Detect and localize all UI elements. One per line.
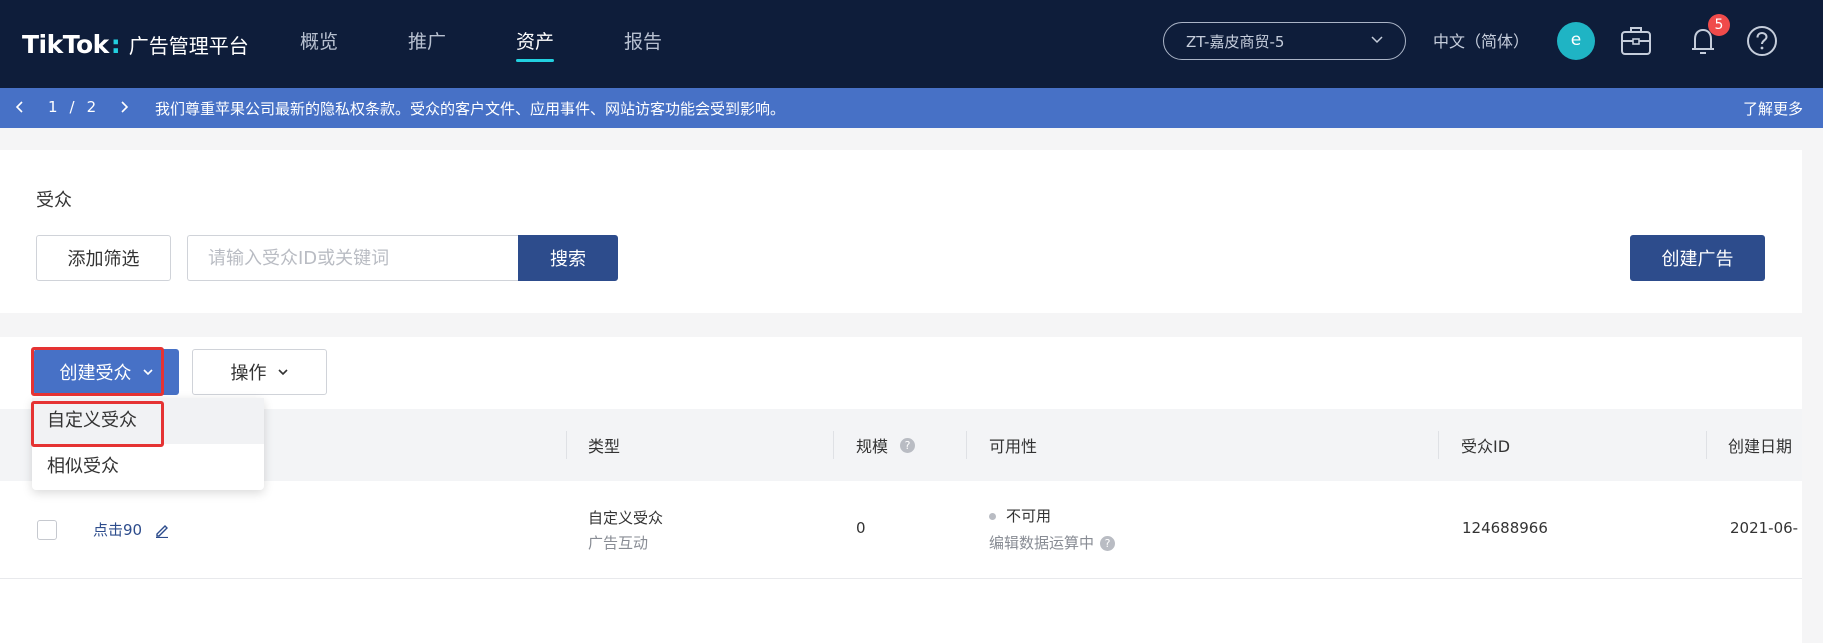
- briefcase-icon[interactable]: [1619, 22, 1653, 60]
- table-row: 点击90 自定义受众 广告互动 0 不可用 编辑数据运算中? 124688966…: [0, 481, 1802, 579]
- question-icon[interactable]: ?: [1100, 536, 1116, 551]
- chevron-down-icon: [142, 369, 153, 376]
- audience-type-cell: 自定义受众 广告互动: [588, 507, 663, 553]
- add-filter-button[interactable]: 添加筛选: [36, 235, 171, 281]
- banner-page-indicator: 1 / 2: [48, 98, 96, 116]
- column-header-size-label: 规模: [856, 437, 889, 456]
- page-title: 受众: [36, 190, 72, 211]
- audience-list-card: 创建受众 操作 类型 规模 ? 可用性 受众ID 创建日期 点击90 自定义受众…: [0, 337, 1802, 643]
- tab-campaign[interactable]: 推广: [408, 0, 446, 88]
- audience-name-link[interactable]: 点击90: [93, 519, 142, 540]
- language-selector[interactable]: 中文（简体）: [1433, 28, 1529, 52]
- edit-pencil-icon[interactable]: [154, 522, 170, 538]
- banner-message: 我们尊重苹果公司最新的隐私权条款。受众的客户文件、应用事件、网站访客功能会受到影…: [155, 100, 786, 118]
- banner-pager: 1 / 2: [14, 98, 130, 116]
- account-selector[interactable]: ZT-嘉皮商贸-5: [1163, 22, 1406, 60]
- question-icon[interactable]: ?: [900, 437, 916, 453]
- help-circle-icon[interactable]: [1745, 22, 1779, 60]
- privacy-notice-banner: 1 / 2 我们尊重苹果公司最新的隐私权条款。受众的客户文件、应用事件、网站访客…: [0, 88, 1823, 128]
- tab-overview[interactable]: 概览: [300, 0, 338, 88]
- banner-page-sep: /: [69, 98, 75, 116]
- actions-label: 操作: [230, 363, 267, 384]
- status-dot: [989, 513, 996, 520]
- banner-page-current: 1: [48, 98, 58, 116]
- logo-colon: :: [110, 29, 121, 59]
- column-header-availability: 可用性: [989, 437, 1038, 456]
- availability-sub-text: 编辑数据运算中: [989, 534, 1095, 552]
- tiktok-ads-logo[interactable]: TikTok : 广告管理平台: [22, 26, 249, 62]
- audience-type-sub: 广告互动: [588, 534, 649, 552]
- table-header: 类型 规模 ? 可用性 受众ID 创建日期: [0, 409, 1802, 481]
- audience-type: 自定义受众: [588, 509, 664, 527]
- search-button[interactable]: 搜索: [518, 235, 618, 281]
- account-name: ZT-嘉皮商贸-5: [1186, 32, 1285, 51]
- create-audience-button[interactable]: 创建受众: [34, 349, 179, 395]
- create-audience-label: 创建受众: [59, 363, 132, 384]
- chevron-down-icon: [277, 369, 288, 376]
- audience-filter-card: 受众 添加筛选 搜索 创建广告: [0, 150, 1802, 313]
- chevron-down-icon: [1371, 36, 1383, 44]
- availability-cell: 不可用 编辑数据运算中?: [989, 505, 1116, 553]
- learn-more-link[interactable]: 了解更多: [1743, 98, 1803, 119]
- column-header-type: 类型: [588, 437, 621, 456]
- audience-name-cell: 点击90: [93, 519, 170, 540]
- column-divider: [966, 431, 967, 459]
- create-ad-button[interactable]: 创建广告: [1630, 235, 1765, 281]
- banner-page-total: 2: [86, 98, 97, 116]
- column-header-size: 规模 ?: [856, 433, 916, 457]
- logo-mark: TikTok: [22, 29, 109, 59]
- chevron-left-icon[interactable]: [14, 100, 26, 114]
- actions-button[interactable]: 操作: [192, 349, 327, 395]
- availability-sub: 编辑数据运算中?: [989, 532, 1116, 553]
- chevron-right-icon[interactable]: [118, 100, 130, 114]
- column-divider: [566, 431, 567, 459]
- column-header-created-date: 创建日期: [1728, 437, 1793, 456]
- main-nav-tabs: 概览 推广 资产 报告: [300, 0, 732, 88]
- created-date: 2021-06-: [1730, 519, 1799, 537]
- menu-item-lookalike-audience[interactable]: 相似受众: [32, 444, 264, 490]
- column-divider: [1438, 431, 1439, 459]
- tab-reports[interactable]: 报告: [624, 0, 662, 88]
- column-header-audience-id: 受众ID: [1461, 437, 1511, 456]
- avatar[interactable]: e: [1557, 22, 1595, 60]
- create-audience-dropdown: 自定义受众 相似受众: [32, 398, 264, 490]
- audience-size: 0: [856, 519, 866, 537]
- search-input[interactable]: [187, 235, 518, 281]
- column-divider: [1706, 431, 1707, 459]
- top-navigation-bar: TikTok : 广告管理平台 概览 推广 资产 报告 ZT-嘉皮商贸-5 中文…: [0, 0, 1823, 88]
- availability-text: 不可用: [1006, 507, 1052, 525]
- menu-item-custom-audience[interactable]: 自定义受众: [32, 398, 264, 444]
- notification-badge: 5: [1708, 14, 1730, 36]
- audience-id: 124688966: [1462, 519, 1548, 537]
- logo-subtitle: 广告管理平台: [128, 33, 249, 58]
- column-divider: [833, 431, 834, 459]
- row-checkbox[interactable]: [37, 520, 57, 540]
- availability-status: 不可用: [989, 505, 1115, 526]
- tab-assets[interactable]: 资产: [516, 0, 555, 88]
